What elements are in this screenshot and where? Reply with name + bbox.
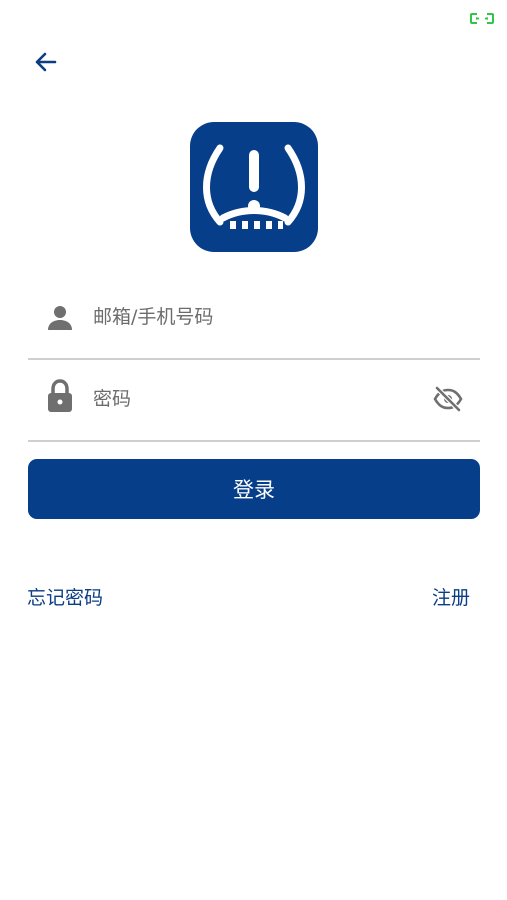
password-input[interactable] <box>93 380 413 418</box>
password-field <box>28 372 480 442</box>
account-input[interactable] <box>93 298 413 336</box>
login-button[interactable]: 登录 <box>28 459 480 519</box>
arrow-left-icon <box>35 52 57 72</box>
app-logo <box>190 122 318 252</box>
account-field <box>28 290 480 360</box>
password-visibility-toggle[interactable] <box>432 383 464 415</box>
battery-charging-icon <box>470 9 494 24</box>
lock-icon <box>46 379 74 412</box>
register-link[interactable]: 注册 <box>432 583 470 610</box>
user-icon <box>46 303 74 331</box>
forgot-password-link[interactable]: 忘记密码 <box>27 583 103 610</box>
back-button[interactable] <box>28 44 64 80</box>
tire-pressure-warning-icon <box>203 144 305 229</box>
eye-off-icon <box>433 386 463 412</box>
